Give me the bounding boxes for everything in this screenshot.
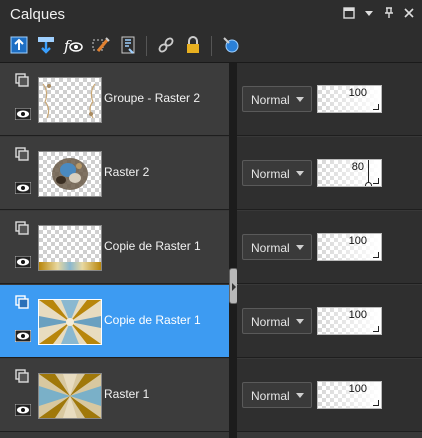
opacity-value: 100 [348,383,367,395]
layer-row-selected[interactable]: Copie de Raster 1 [0,285,229,358]
window-controls [342,6,416,20]
layers-list: Groupe - Raster 2 Raster 2 Copie de Rast… [0,63,422,438]
delete-layer-icon[interactable] [220,34,242,56]
layer-controls: Normal 100 [237,63,422,136]
close-icon[interactable] [402,6,416,20]
new-raster-layer-icon[interactable] [8,34,30,56]
blend-mode-dropdown[interactable]: Normal [242,308,312,334]
resize-corner-icon [373,178,379,184]
opacity-slider[interactable]: 80 [317,159,382,187]
blend-mode-dropdown[interactable]: Normal [242,86,312,112]
layer-row[interactable]: Groupe - Raster 2 [0,63,229,136]
opacity-slider[interactable]: 100 [317,307,382,335]
new-vector-layer-icon[interactable] [35,34,57,56]
link-icon[interactable] [155,34,177,56]
panel-titlebar: Calques [0,0,422,30]
blend-mode-dropdown[interactable]: Normal [242,382,312,408]
layer-properties-icon[interactable] [117,34,139,56]
pin-icon[interactable] [382,6,396,20]
menu-arrow-icon[interactable] [362,6,376,20]
panel-title: Calques [10,6,66,23]
layer-name: Raster 1 [104,387,150,401]
layer-name: Raster 2 [104,165,150,179]
blend-mode-dropdown[interactable]: Normal [242,160,312,186]
raster-layer-type-icon [15,369,29,383]
chevron-down-icon [296,393,304,398]
layer-thumbnail [38,151,102,197]
opacity-value: 100 [348,309,367,321]
layer-row[interactable]: Raster 2 [0,137,229,210]
blend-mode-value: Normal [251,315,290,329]
blend-mode-value: Normal [251,167,290,181]
resize-corner-icon [373,400,379,406]
new-adjustment-layer-icon[interactable]: f [62,34,84,56]
chevron-down-icon [296,319,304,324]
layer-row[interactable]: Copie de Raster 1 [0,211,229,284]
toolbar-separator [146,36,147,56]
opacity-value: 80 [351,161,364,173]
layer-thumbnail [38,77,102,123]
raster-layer-type-icon [15,295,29,309]
raster-layer-type-icon [15,73,29,87]
visibility-eye-icon[interactable] [14,255,32,269]
blend-mode-value: Normal [251,389,290,403]
opacity-knob[interactable] [365,182,372,186]
resize-corner-icon [373,252,379,258]
raster-layer-type-icon [15,221,29,235]
edit-selection-icon[interactable] [90,34,112,56]
layer-thumbnail [38,225,102,271]
opacity-value: 100 [348,87,367,99]
layer-controls: Normal 100 [237,285,422,358]
opacity-value: 100 [348,235,367,247]
chevron-down-icon [296,97,304,102]
visibility-eye-icon[interactable] [14,329,32,343]
resize-corner-icon [373,326,379,332]
chevron-down-icon [296,171,304,176]
blend-mode-value: Normal [251,93,290,107]
opacity-slider[interactable]: 100 [317,233,382,261]
raster-layer-type-icon [15,147,29,161]
opacity-slider[interactable]: 100 [317,85,382,113]
restore-icon[interactable] [342,6,356,20]
layer-thumbnail [38,299,102,345]
visibility-eye-icon[interactable] [14,107,32,121]
layer-controls: Normal 100 [237,359,422,432]
visibility-eye-icon[interactable] [14,181,32,195]
layer-name: Copie de Raster 1 [104,313,201,327]
layer-name: Copie de Raster 1 [104,239,201,253]
layer-controls: Normal 100 [237,211,422,284]
panel-splitter[interactable] [229,63,237,438]
visibility-eye-icon[interactable] [14,403,32,417]
chevron-down-icon [296,245,304,250]
layer-controls: Normal 80 [237,137,422,210]
layer-thumbnail [38,373,102,419]
opacity-gradient [318,160,381,186]
layer-name: Groupe - Raster 2 [104,91,201,105]
layer-row[interactable]: Raster 1 [0,359,229,432]
toolbar-separator [211,36,212,56]
layers-toolbar: f [0,30,422,63]
lock-icon[interactable] [182,34,204,56]
blend-mode-value: Normal [251,241,290,255]
blend-mode-dropdown[interactable]: Normal [242,234,312,260]
opacity-slider[interactable]: 100 [317,381,382,409]
resize-corner-icon [373,104,379,110]
